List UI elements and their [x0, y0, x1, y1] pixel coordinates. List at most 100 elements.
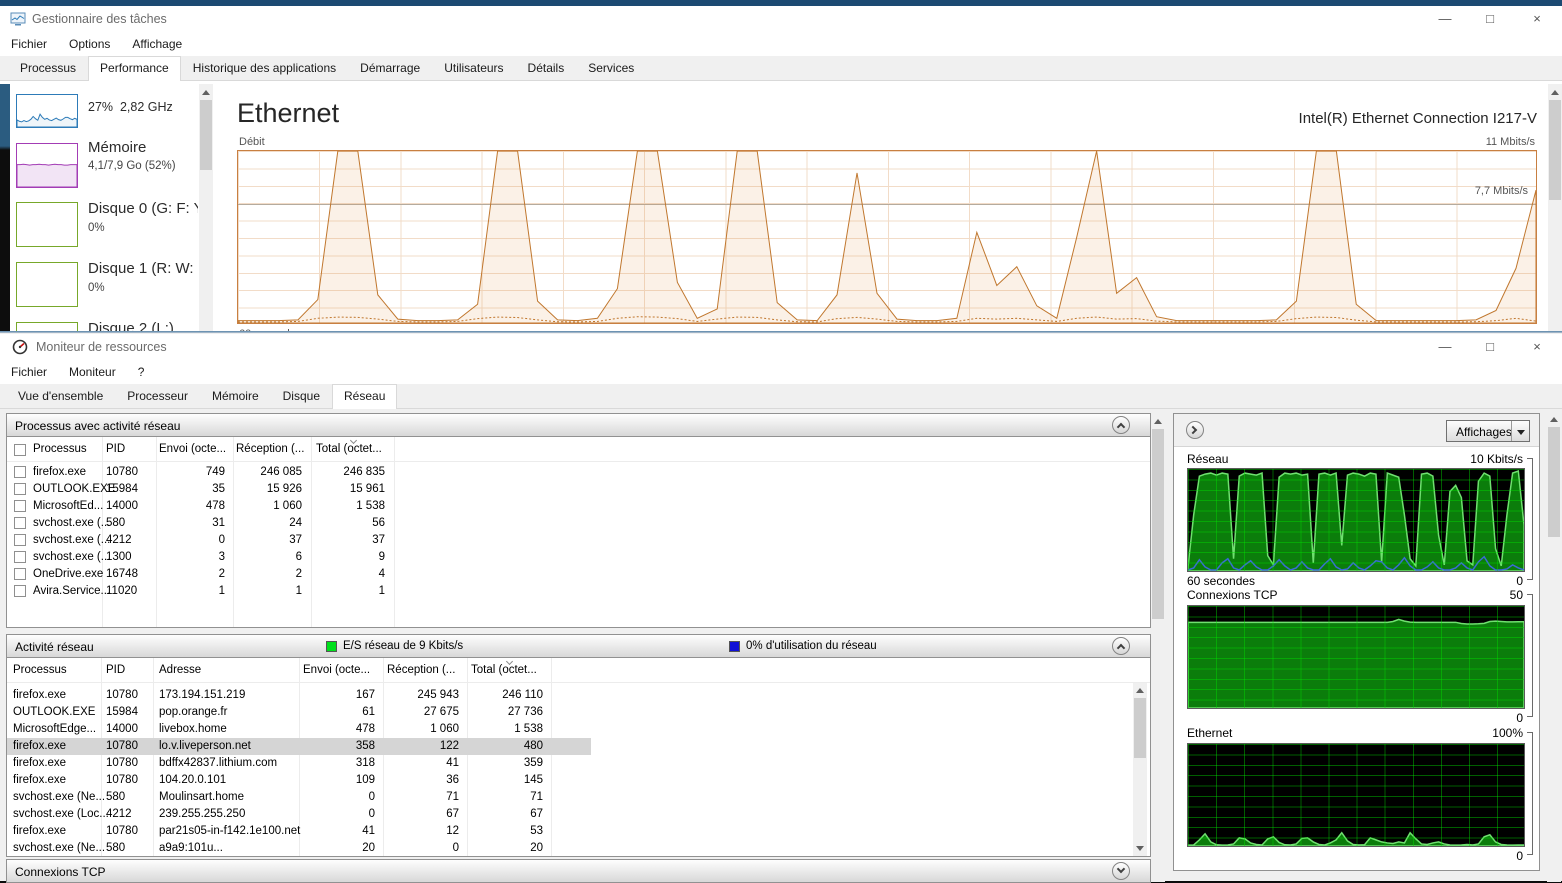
tcp-graph-sub-row: 0 — [1187, 711, 1523, 725]
row-checkbox[interactable] — [14, 466, 26, 478]
column-header-reception[interactable]: Réception (... — [387, 664, 455, 676]
menu-aide[interactable]: ? — [127, 365, 156, 379]
cell-pid: 1300 — [106, 551, 151, 563]
resource-monitor-titlebar[interactable]: Moniteur de ressources — □ × — [0, 334, 1562, 360]
scrollbar-thumb[interactable] — [1152, 429, 1164, 619]
column-header-envoi[interactable]: Envoi (octe... — [159, 443, 226, 455]
resource-monitor-icon — [12, 339, 28, 355]
panel-title: Activité réseau — [15, 640, 94, 654]
row-checkbox[interactable] — [14, 568, 26, 580]
tcp-panel-header[interactable]: Connexions TCP — [6, 859, 1151, 883]
menu-fichier[interactable]: Fichier — [0, 37, 58, 51]
scrollbar-thumb[interactable] — [200, 100, 212, 170]
scroll-up-icon[interactable] — [1551, 90, 1559, 95]
adapter-name: Intel(R) Ethernet Connection I217-V — [1299, 110, 1537, 127]
table-row[interactable]: firefox.exe10780104.20.0.10110936145 — [7, 772, 1127, 789]
sidebar-scrollbar[interactable] — [199, 84, 213, 332]
tab-utilisateurs[interactable]: Utilisateurs — [432, 56, 515, 80]
table-row[interactable]: MicrosoftEdge...14000livebox.home4781 06… — [7, 721, 1127, 738]
row-checkbox[interactable] — [14, 551, 26, 563]
column-header-total[interactable]: Total (octet... — [471, 664, 537, 676]
row-checkbox[interactable] — [14, 500, 26, 512]
column-header-pid[interactable]: PID — [106, 664, 125, 676]
column-header-processus[interactable]: Processus — [33, 443, 87, 455]
main-pane-scrollbar[interactable] — [1548, 84, 1562, 332]
tab-demarrage[interactable]: Démarrage — [348, 56, 432, 80]
menu-affichage[interactable]: Affichage — [121, 37, 193, 51]
cell-reception: 122 — [381, 740, 459, 752]
close-button[interactable]: × — [1522, 336, 1552, 358]
tab-services[interactable]: Services — [576, 56, 646, 80]
table-row[interactable]: Avira.Service...11020111 — [7, 583, 1150, 600]
row-checkbox[interactable] — [14, 585, 26, 597]
tab-processus[interactable]: Processus — [8, 56, 88, 80]
tab-vue-densemble[interactable]: Vue d'ensemble — [6, 384, 115, 408]
table-row[interactable]: svchost.exe (Loc...4212239.255.255.25006… — [7, 806, 1127, 823]
scroll-up-icon[interactable] — [202, 90, 210, 95]
close-button[interactable]: × — [1522, 8, 1552, 30]
table-row[interactable]: OUTLOOK.EXE15984pop.orange.fr6127 67527 … — [7, 704, 1127, 721]
column-header-envoi[interactable]: Envoi (octe... — [303, 664, 370, 676]
row-checkbox[interactable] — [14, 483, 26, 495]
menu-fichier[interactable]: Fichier — [0, 365, 58, 379]
activity-table-scrollbar[interactable] — [1133, 683, 1147, 856]
series-connexions-tcp — [1188, 619, 1524, 708]
maximize-button[interactable]: □ — [1475, 336, 1505, 358]
views-dropdown-button[interactable]: Affichages — [1446, 420, 1530, 442]
tab-performance[interactable]: Performance — [88, 56, 181, 81]
tab-memoire[interactable]: Mémoire — [200, 384, 271, 408]
cell-processus: firefox.exe — [13, 757, 101, 769]
table-row[interactable]: svchost.exe (...421203737 — [7, 532, 1150, 549]
select-all-checkbox[interactable] — [14, 444, 26, 456]
tab-processeur[interactable]: Processeur — [115, 384, 200, 408]
tab-disque[interactable]: Disque — [271, 384, 332, 408]
column-header-adresse[interactable]: Adresse — [159, 664, 201, 676]
task-manager-titlebar[interactable]: Gestionnaire des tâches — □ × — [0, 6, 1562, 32]
scrollbar-thumb[interactable] — [1549, 100, 1561, 200]
column-header-total[interactable]: Total (octet... — [316, 443, 382, 455]
scrollbar-thumb[interactable] — [1134, 698, 1146, 758]
chevron-up-icon — [1117, 423, 1125, 431]
table-row[interactable]: svchost.exe (...580312456 — [7, 515, 1150, 532]
cell-pid: 16748 — [106, 568, 151, 580]
menu-options[interactable]: Options — [58, 37, 121, 51]
column-header-pid[interactable]: PID — [106, 443, 125, 455]
scroll-down-icon[interactable] — [1136, 846, 1144, 851]
table-row[interactable]: firefox.exe10780par21s05-in-f142.1e100.n… — [7, 823, 1127, 840]
minimize-button[interactable]: — — [1430, 8, 1460, 30]
table-row[interactable]: firefox.exe10780749246 085246 835 — [7, 464, 1150, 481]
table-row[interactable]: svchost.exe (Ne...580Moulinsart.home0717… — [7, 789, 1127, 806]
cell-pid: 580 — [106, 842, 151, 854]
scroll-up-icon[interactable] — [1550, 417, 1558, 422]
table-row[interactable]: OUTLOOK.EXE159843515 92615 961 — [7, 481, 1150, 498]
scrollbar-thumb[interactable] — [1548, 427, 1560, 537]
tab-historique[interactable]: Historique des applications — [181, 56, 348, 80]
table-row[interactable]: MicrosoftEd...140004781 0601 538 — [7, 498, 1150, 515]
table-row[interactable]: svchost.exe (...1300369 — [7, 549, 1150, 566]
collapse-graphs-button[interactable] — [1186, 421, 1204, 439]
tab-details[interactable]: Détails — [516, 56, 577, 80]
table-row[interactable]: OneDrive.exe16748224 — [7, 566, 1150, 583]
maximize-button[interactable]: □ — [1475, 8, 1505, 30]
collapse-panel-button[interactable] — [1112, 637, 1130, 655]
menu-moniteur[interactable]: Moniteur — [58, 365, 127, 379]
scroll-up-icon[interactable] — [1154, 419, 1162, 424]
table-row[interactable]: svchost.exe (Ne...580a9a9:101u...20020 — [7, 840, 1127, 857]
scale-bracket — [1527, 594, 1533, 717]
table-row[interactable]: firefox.exe10780173.194.151.219167245 94… — [7, 687, 1127, 704]
row-checkbox[interactable] — [14, 534, 26, 546]
table-row[interactable]: firefox.exe10780bdffx42837.lithium.com31… — [7, 755, 1127, 772]
collapse-panel-button[interactable] — [1112, 416, 1130, 434]
expand-panel-button[interactable] — [1112, 862, 1130, 880]
tab-reseau[interactable]: Réseau — [332, 384, 397, 409]
row-checkbox[interactable] — [14, 517, 26, 529]
column-header-processus[interactable]: Processus — [13, 664, 67, 676]
left-region-scrollbar[interactable] — [1151, 413, 1165, 882]
minimize-button[interactable]: — — [1430, 336, 1460, 358]
activity-panel-header[interactable]: Activité réseau E/S réseau de 9 Kbits/s … — [6, 634, 1151, 658]
scroll-up-icon[interactable] — [1136, 688, 1144, 693]
column-header-reception[interactable]: Réception (... — [236, 443, 304, 455]
process-panel-header[interactable]: Processus avec activité réseau — [6, 413, 1151, 437]
window-scrollbar[interactable] — [1547, 411, 1561, 882]
table-row[interactable]: firefox.exe10780lo.v.liveperson.net35812… — [7, 738, 591, 755]
